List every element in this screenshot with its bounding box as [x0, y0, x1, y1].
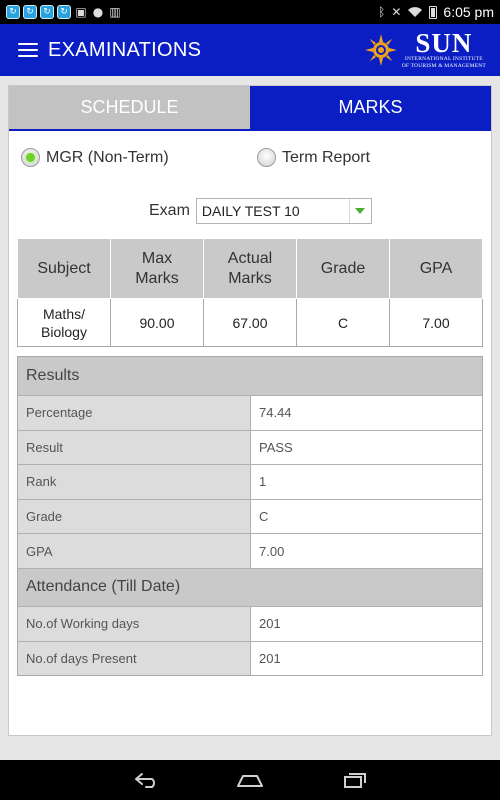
system-icons: ᛒ ✕ 6:05 pm: [378, 4, 494, 20]
dropdown-arrow-icon[interactable]: [348, 199, 371, 223]
exam-selector-row: Exam DAILY TEST 10: [149, 198, 372, 224]
tab-bar: SCHEDULE MARKS: [9, 86, 491, 131]
battery-icon: [429, 5, 438, 19]
list-item: Rank 1: [18, 464, 482, 499]
list-item: Grade C: [18, 498, 482, 534]
list-item: No.of Working days 201: [18, 605, 482, 641]
table-cell: Maths/ Biology: [17, 298, 111, 347]
table-cell: C: [296, 298, 390, 347]
column-header: Max Marks: [110, 238, 204, 299]
table-cell: 7.00: [389, 298, 483, 347]
system-nav-bar: [0, 760, 500, 800]
marks-panel: SCHEDULE MARKS MGR (Non-Term) Term Repor…: [8, 85, 492, 736]
column-header: Grade: [296, 238, 390, 299]
back-icon[interactable]: [130, 768, 162, 792]
radio-label: Term Report: [282, 148, 371, 166]
globe-icon: ●: [92, 5, 104, 19]
tab-marks[interactable]: MARKS: [250, 86, 491, 129]
field-value: 74.44: [251, 396, 482, 430]
exam-dropdown[interactable]: DAILY TEST 10: [195, 198, 372, 224]
field-label: GPA: [18, 534, 251, 568]
column-header: Subject: [17, 238, 111, 299]
home-icon[interactable]: [234, 768, 266, 792]
sun-logo-icon: [364, 34, 397, 66]
report-type-group: MGR (Non-Term) Term Report: [21, 148, 481, 172]
column-header: GPA: [389, 238, 483, 299]
list-item: No.of days Present 201: [18, 640, 482, 676]
wifi-icon: [408, 7, 423, 17]
recents-icon[interactable]: [338, 768, 370, 792]
field-value: 7.00: [251, 534, 482, 568]
radio-label: MGR (Non-Term): [46, 148, 169, 166]
field-label: Grade: [18, 499, 251, 534]
field-value: 201: [251, 641, 482, 676]
list-item: Result PASS: [18, 429, 482, 465]
table-row: Maths/ Biology 90.00 67.00 C 7.00: [17, 298, 483, 347]
app-notification-icon: ↻: [40, 5, 54, 19]
radio-selected-icon[interactable]: [21, 148, 40, 167]
section-title: Results: [18, 357, 482, 395]
radio-mgr-non-term[interactable]: MGR (Non-Term): [21, 148, 169, 167]
image-icon: ▣: [75, 5, 87, 19]
field-value: C: [251, 499, 482, 534]
barcode-icon: ▥: [109, 5, 121, 19]
exam-selected-value: DAILY TEST 10: [201, 203, 300, 219]
marks-table: Subject Max Marks Actual Marks Grade GPA…: [17, 238, 483, 347]
menu-icon[interactable]: [18, 43, 38, 57]
mute-icon: ✕: [391, 5, 402, 19]
app-notification-icon: ↻: [57, 5, 71, 19]
results-section: Results Percentage 74.44 Result PASS Ran…: [17, 356, 483, 677]
list-item: Percentage 74.44: [18, 395, 482, 430]
logo-subtitle: OF TOURISM & MANAGEMENT: [401, 63, 486, 69]
field-value: 201: [251, 606, 482, 641]
field-label: Result: [18, 430, 251, 465]
clock: 6:05 pm: [443, 4, 494, 20]
field-label: Percentage: [18, 396, 251, 430]
field-value: 1: [251, 465, 482, 499]
notification-icons: ↻ ↻ ↻ ↻ ▣ ● ▥: [6, 5, 122, 19]
table-header-row: Subject Max Marks Actual Marks Grade GPA: [17, 238, 483, 299]
field-label: Rank: [18, 465, 251, 499]
app-notification-icon: ↻: [23, 5, 37, 19]
column-header: Actual Marks: [203, 238, 297, 299]
field-label: No.of days Present: [18, 641, 251, 676]
radio-term-report[interactable]: Term Report: [257, 148, 370, 167]
table-cell: 67.00: [203, 298, 297, 347]
app-bar: EXAMINATIONS SUN INTERNATIONAL INSTITUTE…: [0, 24, 500, 76]
list-item: GPA 7.00: [18, 533, 482, 568]
field-label: No.of Working days: [18, 606, 251, 641]
status-bar: ↻ ↻ ↻ ↻ ▣ ● ▥ ᛒ ✕ 6:05 pm: [0, 0, 500, 24]
exam-label: Exam: [149, 202, 190, 219]
page-title: EXAMINATIONS: [48, 38, 202, 61]
app-notification-icon: ↻: [6, 5, 20, 19]
bluetooth-icon: ᛒ: [378, 5, 386, 19]
section-title: Attendance (Till Date): [18, 567, 482, 606]
institute-logo: SUN INTERNATIONAL INSTITUTE OF TOURISM &…: [364, 30, 486, 70]
logo-subtitle: INTERNATIONAL INSTITUTE: [404, 56, 483, 62]
radio-unselected-icon[interactable]: [257, 148, 276, 167]
table-cell: 90.00: [110, 298, 204, 347]
logo-name: SUN: [415, 28, 473, 58]
tab-schedule[interactable]: SCHEDULE: [9, 86, 250, 129]
field-value: PASS: [251, 430, 482, 465]
